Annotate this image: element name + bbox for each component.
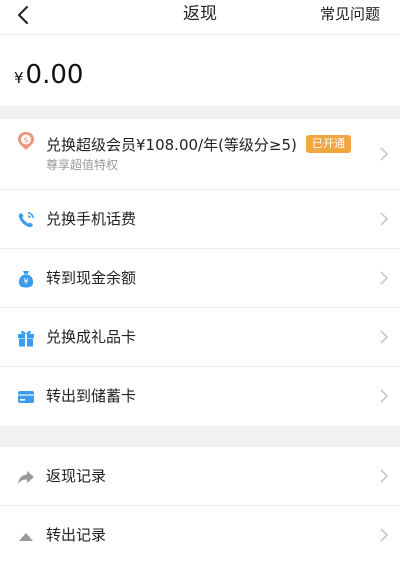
menu-item-subtitle: 尊享超值特权 (46, 158, 119, 172)
records-menu: 返现记录 转出记录 (0, 447, 400, 565)
menu-item-debit-card[interactable]: 转出到储蓄卡 (0, 367, 400, 426)
menu-item-label: 兑换超级会员¥108.00/年(等级分≥5) (46, 136, 297, 154)
menu-item-label: 转出记录 (46, 526, 107, 544)
gift-icon (18, 330, 34, 347)
bank-card-icon (18, 391, 34, 403)
chevron-right-icon (380, 469, 388, 483)
cashback-balance: ¥0.00 (14, 59, 83, 94)
balance-card: ¥0.00 (0, 34, 400, 106)
menu-item-phone-credit[interactable]: 兑换手机话费 (0, 190, 400, 249)
phone-call-icon (18, 212, 34, 228)
transfer-out-icon (19, 533, 33, 541)
menu-item-label: 兑换成礼品卡 (46, 328, 137, 346)
menu-item-transfer-records[interactable]: 转出记录 (0, 506, 400, 565)
menu-item-label: 兑换手机话费 (46, 210, 137, 228)
chevron-right-icon (380, 330, 388, 344)
chevron-right-icon (380, 212, 388, 226)
chevron-right-icon (380, 528, 388, 542)
super-vip-coin-icon: $ (18, 132, 34, 150)
menu-item-super-vip[interactable]: $ 兑换超级会员¥108.00/年(等级分≥5) 尊享超值特权 已开通 (0, 119, 400, 190)
menu-item-label: 转出到储蓄卡 (46, 387, 137, 405)
navigation-bar: 返现 常见问题 (0, 0, 400, 34)
chevron-right-icon (380, 147, 388, 161)
menu-item-cashback-records[interactable]: 返现记录 (0, 447, 400, 506)
svg-text:$: $ (23, 136, 28, 145)
svg-text:¥: ¥ (23, 277, 28, 286)
status-badge: 已开通 (306, 135, 351, 153)
menu-item-cash-balance[interactable]: ¥ 转到现金余额 (0, 249, 400, 308)
menu-item-label: 返现记录 (46, 467, 107, 485)
chevron-right-icon (380, 271, 388, 285)
balance-amount: 0.00 (25, 60, 84, 90)
menu-item-gift-card[interactable]: 兑换成礼品卡 (0, 308, 400, 367)
currency-symbol: ¥ (14, 69, 24, 87)
menu-item-label: 转到现金余额 (46, 269, 137, 287)
share-arrow-icon (18, 471, 34, 484)
chevron-right-icon (380, 389, 388, 403)
faq-link[interactable]: 常见问题 (320, 4, 380, 24)
money-bag-icon: ¥ (18, 271, 34, 288)
redeem-menu: $ 兑换超级会员¥108.00/年(等级分≥5) 尊享超值特权 已开通 兑换手机… (0, 119, 400, 426)
